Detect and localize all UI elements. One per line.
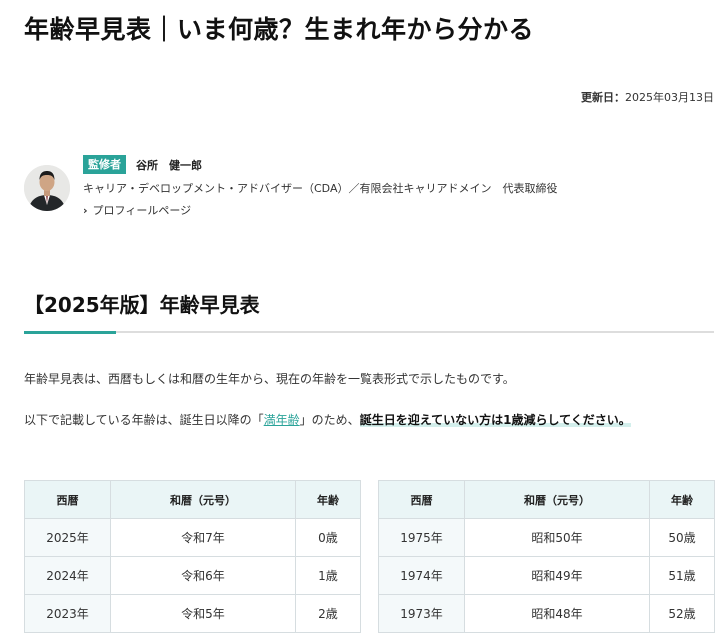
updated-value: 2025年03月13日 — [625, 91, 714, 104]
cell-japanese: 令和5年 — [110, 594, 296, 633]
person-photo-icon — [24, 165, 70, 211]
cell-western: 2025年 — [24, 518, 111, 557]
cell-age: 50歳 — [649, 518, 715, 557]
age-table-right: 西暦 和暦（元号） 年齢 1975年 昭和50年 50歳 1974年 昭和49年… — [378, 480, 715, 633]
table-header-row: 西暦 和暦（元号） 年齢 — [378, 480, 715, 519]
cell-japanese: 昭和48年 — [464, 594, 650, 633]
cell-age: 52歳 — [649, 594, 715, 633]
note-text-before: 以下で記載している年齢は、誕生日以降の「 — [24, 413, 264, 427]
note-emphasis: 誕生日を迎えていない方は1歳減らしてください。 — [359, 413, 631, 427]
header-japanese: 和暦（元号） — [110, 480, 296, 519]
section-divider — [24, 331, 714, 333]
cell-japanese: 昭和50年 — [464, 518, 650, 557]
cell-western: 1975年 — [378, 518, 465, 557]
cell-age: 1歳 — [295, 556, 361, 595]
header-japanese: 和暦（元号） — [464, 480, 650, 519]
author-box: 監修者 谷所 健一郎 キャリア・デベロップメント・アドバイザー（CDA）／有限会… — [24, 155, 714, 225]
profile-link-label: プロフィールページ — [92, 204, 192, 217]
cell-age: 0歳 — [295, 518, 361, 557]
note-text-middle: 」のため、 — [299, 413, 360, 427]
table-row: 2025年 令和7年 0歳 — [24, 518, 361, 557]
author-role: キャリア・デベロップメント・アドバイザー（CDA）／有限会社キャリアドメイン 代… — [83, 182, 558, 195]
author-name: 谷所 健一郎 — [136, 159, 202, 172]
header-age: 年齢 — [295, 480, 361, 519]
header-western: 西暦 — [24, 480, 111, 519]
table-row: 1974年 昭和49年 51歳 — [378, 556, 715, 595]
intro-paragraph: 年齢早見表は、西暦もしくは和暦の生年から、現在の年齢を一覧表形式で示したものです… — [24, 372, 515, 386]
profile-page-link[interactable]: › プロフィールページ — [83, 202, 191, 218]
age-table-left: 西暦 和暦（元号） 年齢 2025年 令和7年 0歳 2024年 令和6年 1歳… — [24, 480, 361, 633]
cell-japanese: 令和7年 — [110, 518, 296, 557]
cell-japanese: 令和6年 — [110, 556, 296, 595]
header-western: 西暦 — [378, 480, 465, 519]
table-header-row: 西暦 和暦（元号） 年齢 — [24, 480, 361, 519]
cell-age: 2歳 — [295, 594, 361, 633]
cell-western: 2024年 — [24, 556, 111, 595]
cell-japanese: 昭和49年 — [464, 556, 650, 595]
supervisor-badge: 監修者 — [83, 155, 126, 174]
chevron-right-icon: › — [83, 204, 88, 217]
header-age: 年齢 — [649, 480, 715, 519]
page-title: 年齢早見表｜いま何歳？生まれ年から分かる — [24, 15, 535, 44]
section-divider-accent — [24, 331, 116, 334]
page: 年齢早見表｜いま何歳？生まれ年から分かる 更新日：2025年03月13日 監修者… — [0, 0, 720, 633]
table-row: 1973年 昭和48年 52歳 — [378, 594, 715, 633]
cell-western: 1973年 — [378, 594, 465, 633]
cell-age: 51歳 — [649, 556, 715, 595]
table-row: 2024年 令和6年 1歳 — [24, 556, 361, 595]
cell-western: 1974年 — [378, 556, 465, 595]
table-row: 1975年 昭和50年 50歳 — [378, 518, 715, 557]
updated-date: 更新日：2025年03月13日 — [581, 89, 714, 105]
cell-western: 2023年 — [24, 594, 111, 633]
note-paragraph: 以下で記載している年齢は、誕生日以降の「満年齢」のため、誕生日を迎えていない方は… — [24, 411, 631, 428]
full-age-link[interactable]: 満年齢 — [264, 413, 300, 427]
updated-label: 更新日： — [581, 91, 625, 104]
section-title: 【2025年版】年齢早見表 — [24, 293, 260, 317]
table-row: 2023年 令和5年 2歳 — [24, 594, 361, 633]
